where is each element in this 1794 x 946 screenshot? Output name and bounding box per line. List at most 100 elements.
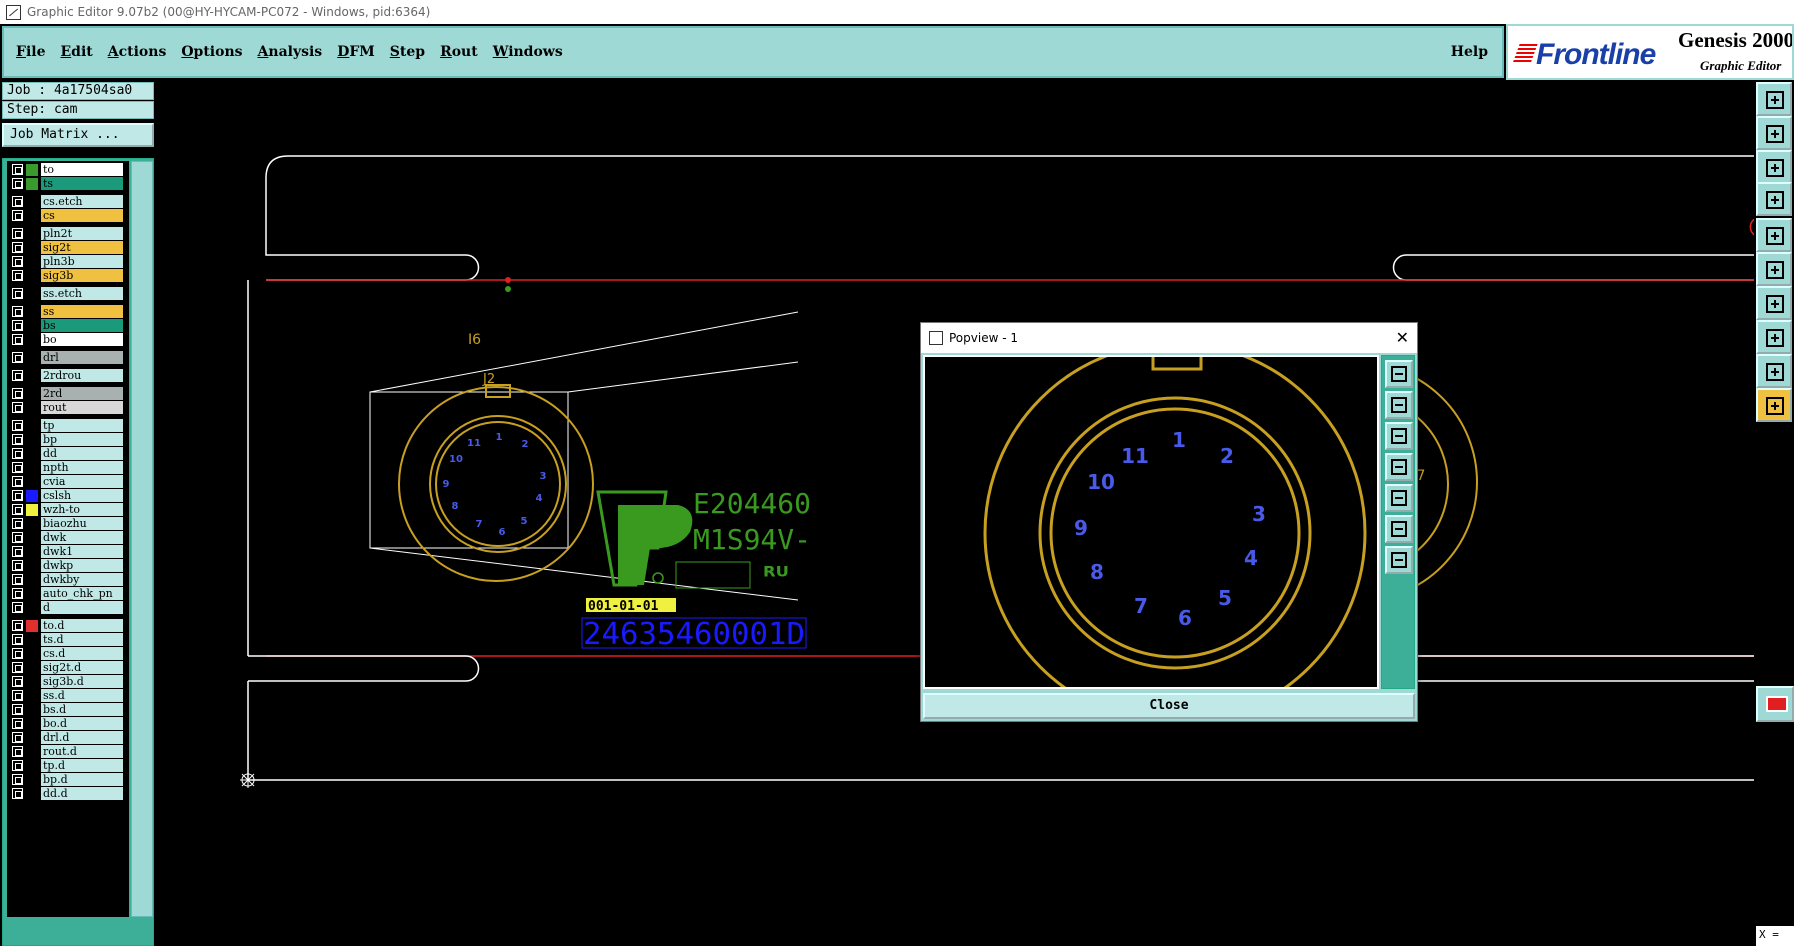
layer-checkbox[interactable] <box>12 504 23 515</box>
layer-checkbox[interactable] <box>12 620 23 631</box>
layer-checkbox[interactable] <box>12 434 23 445</box>
menu-help[interactable]: Help <box>1451 44 1488 60</box>
layer-name[interactable]: dwk <box>41 531 123 544</box>
layer-name[interactable]: bo <box>41 333 123 346</box>
layer-row[interactable]: bo.d <box>7 717 129 730</box>
layer-name[interactable]: bs.d <box>41 703 123 716</box>
layer-row[interactable]: ss <box>7 305 129 318</box>
layer-name[interactable]: bp.d <box>41 773 123 786</box>
popview-close-button[interactable]: Close <box>923 693 1415 719</box>
layer-row[interactable]: pln2t <box>7 227 129 240</box>
layer-name[interactable]: cvia <box>41 475 123 488</box>
layer-checkbox[interactable] <box>12 242 23 253</box>
layer-row[interactable]: 2rd <box>7 387 129 400</box>
layer-row[interactable]: sig2t.d <box>7 661 129 674</box>
layer-name[interactable]: dwkby <box>41 573 123 586</box>
menu-item-actions[interactable]: Actions <box>108 44 167 60</box>
menu-item-step[interactable]: Step <box>390 44 425 60</box>
layer-scrollbar[interactable] <box>131 161 153 917</box>
layer-checkbox[interactable] <box>12 402 23 413</box>
pop-home-icon[interactable] <box>1385 546 1413 574</box>
layer-checkbox[interactable] <box>12 648 23 659</box>
layer-checkbox[interactable] <box>12 334 23 345</box>
fit-page-icon[interactable] <box>1756 150 1792 184</box>
layer-name[interactable]: ss.d <box>41 689 123 702</box>
layer-row[interactable]: wzh-to <box>7 503 129 516</box>
layer-checkbox[interactable] <box>12 704 23 715</box>
layer-name[interactable]: 2rdrou <box>41 369 123 382</box>
job-matrix-button[interactable]: Job Matrix ... <box>2 123 154 147</box>
zoom-left-icon[interactable] <box>1756 116 1792 150</box>
layer-checkbox[interactable] <box>12 210 23 221</box>
layer-row[interactable]: auto_chk_pn <box>7 587 129 600</box>
layer-checkbox[interactable] <box>12 420 23 431</box>
layer-name[interactable]: 2rd <box>41 387 123 400</box>
layer-name[interactable]: wzh-to <box>41 503 123 516</box>
layer-row[interactable]: ss.d <box>7 689 129 702</box>
menu-item-edit[interactable]: Edit <box>61 44 93 60</box>
pop-pan-left-icon[interactable] <box>1385 453 1413 481</box>
layer-name[interactable]: ss <box>41 305 123 318</box>
layer-checkbox[interactable] <box>12 732 23 743</box>
layer-name[interactable]: dd.d <box>41 787 123 800</box>
layer-row[interactable]: rout.d <box>7 745 129 758</box>
menu-item-windows[interactable]: Windows <box>493 44 563 60</box>
layer-checkbox[interactable] <box>12 490 23 501</box>
layer-row[interactable]: cslsh <box>7 489 129 502</box>
layer-checkbox[interactable] <box>12 164 23 175</box>
layer-checkbox[interactable] <box>12 588 23 599</box>
layer-checkbox[interactable] <box>12 288 23 299</box>
layer-checkbox[interactable] <box>12 546 23 557</box>
layer-row[interactable]: drl.d <box>7 731 129 744</box>
layer-name[interactable]: sig2t.d <box>41 661 123 674</box>
layer-name[interactable]: sig3b.d <box>41 675 123 688</box>
layer-checkbox[interactable] <box>12 602 23 613</box>
layer-name[interactable]: pln2t <box>41 227 123 240</box>
layer-name[interactable]: dwk1 <box>41 545 123 558</box>
layer-checkbox[interactable] <box>12 270 23 281</box>
layer-row[interactable]: bs.d <box>7 703 129 716</box>
layer-checkbox[interactable] <box>12 462 23 473</box>
red-tool-indicator[interactable] <box>1756 686 1794 722</box>
layer-row[interactable]: ts <box>7 177 129 190</box>
layer-checkbox[interactable] <box>12 370 23 381</box>
layer-row[interactable]: dwkp <box>7 559 129 572</box>
layer-row[interactable]: bp <box>7 433 129 446</box>
layer-row[interactable]: cs.etch <box>7 195 129 208</box>
select-pointer-icon[interactable] <box>1756 388 1792 422</box>
popview-canvas[interactable]: 1 2 3 4 5 6 7 8 9 10 11 <box>923 355 1379 689</box>
layer-row[interactable]: npth <box>7 461 129 474</box>
layer-row[interactable]: 2rdrou <box>7 369 129 382</box>
layer-name[interactable]: rout.d <box>41 745 123 758</box>
layer-checkbox[interactable] <box>12 676 23 687</box>
menu-item-dfm[interactable]: DFM <box>337 44 375 60</box>
layer-row[interactable]: dwk <box>7 531 129 544</box>
layer-checkbox[interactable] <box>12 746 23 757</box>
layer-row[interactable]: tp.d <box>7 759 129 772</box>
layer-row[interactable]: cvia <box>7 475 129 488</box>
layer-checkbox[interactable] <box>12 178 23 189</box>
network-icon[interactable] <box>1756 252 1792 286</box>
layer-name[interactable]: cs <box>41 209 123 222</box>
layer-checkbox[interactable] <box>12 256 23 267</box>
layer-checkbox[interactable] <box>12 388 23 399</box>
layer-row[interactable]: dwkby <box>7 573 129 586</box>
layer-checkbox[interactable] <box>12 718 23 729</box>
layer-name[interactable]: ss.etch <box>41 287 123 300</box>
layer-row[interactable]: bp.d <box>7 773 129 786</box>
layer-checkbox[interactable] <box>12 634 23 645</box>
layer-name[interactable]: ts <box>41 177 123 190</box>
layer-row[interactable]: sig3b <box>7 269 129 282</box>
layer-row[interactable]: dwk1 <box>7 545 129 558</box>
layer-checkbox[interactable] <box>12 532 23 543</box>
close-icon[interactable]: ✕ <box>1396 328 1409 347</box>
layer-name[interactable]: tp.d <box>41 759 123 772</box>
layer-name[interactable]: to <box>41 163 123 176</box>
layer-name[interactable]: cslsh <box>41 489 123 502</box>
layer-row[interactable]: to.d <box>7 619 129 632</box>
layer-row[interactable]: tp <box>7 419 129 432</box>
layer-row[interactable]: bo <box>7 333 129 346</box>
layer-checkbox[interactable] <box>12 788 23 799</box>
layer-checkbox[interactable] <box>12 196 23 207</box>
layer-name[interactable]: rout <box>41 401 123 414</box>
